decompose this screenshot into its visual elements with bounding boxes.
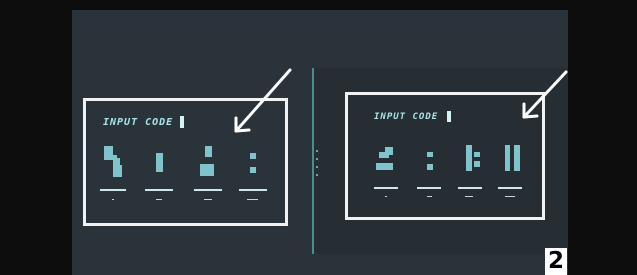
page-number: 2 (545, 248, 567, 275)
arrow-icon (522, 70, 568, 119)
video-frame: INPUT CODE INPUT CODE (72, 10, 568, 275)
